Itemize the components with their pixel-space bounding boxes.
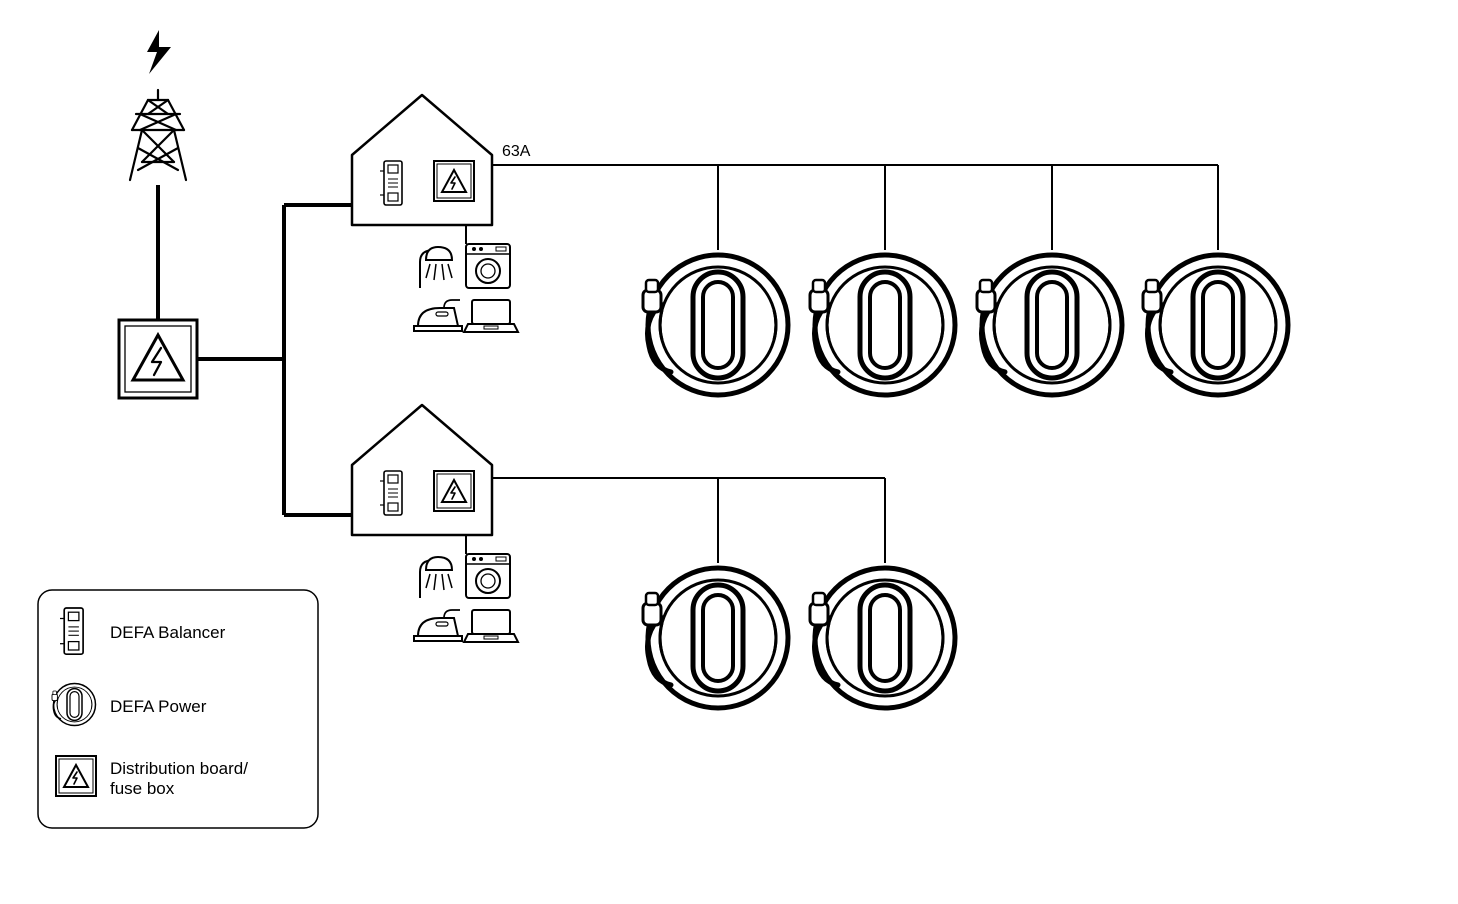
wiring-diagram: 63A DEFA Balancer DEFA Power Distributio… [0, 0, 1458, 904]
legend-balancer-label: DEFA Balancer [110, 623, 226, 642]
legend-balancer-icon [60, 608, 83, 654]
charger-upper-4 [1143, 255, 1288, 395]
legend-power-label: DEFA Power [110, 697, 207, 716]
wire-drops-upper [718, 165, 1218, 250]
house-upper [352, 95, 492, 225]
distribution-board-main [119, 320, 197, 398]
legend-distboard-icon [56, 756, 96, 796]
charger-upper-1 [643, 255, 788, 395]
legend: DEFA Balancer DEFA Power Distribution bo… [38, 590, 318, 828]
power-tower-icon [130, 90, 186, 180]
house-lower [352, 405, 492, 535]
wire-drops-lower [718, 478, 885, 563]
legend-dist-label-2: fuse box [110, 779, 175, 798]
legend-dist-label-1: Distribution board/ [110, 759, 248, 778]
charger-lower-2 [810, 568, 955, 708]
legend-power-icon [52, 684, 96, 726]
bus-upper-label: 63A [502, 143, 531, 160]
appliances-upper [414, 244, 518, 332]
appliances-lower [414, 554, 518, 642]
lightning-icon [147, 30, 171, 74]
charger-lower-1 [643, 568, 788, 708]
charger-upper-2 [810, 255, 955, 395]
charger-upper-3 [977, 255, 1122, 395]
